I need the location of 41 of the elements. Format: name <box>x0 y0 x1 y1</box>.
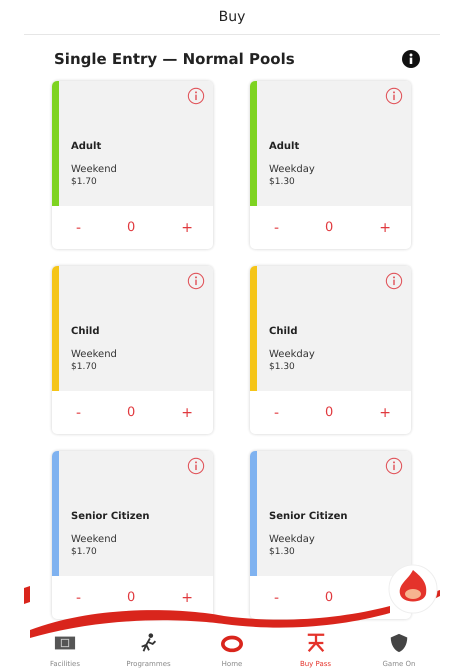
ticket-day: Weekday <box>269 534 348 545</box>
ticket-price: $1.30 <box>269 547 296 557</box>
shield-icon <box>388 632 410 654</box>
mascot-icon[interactable] <box>388 564 438 614</box>
ticket-day: Weekday <box>269 349 315 360</box>
minus-button[interactable]: - <box>268 220 286 236</box>
minus-button[interactable]: - <box>70 404 88 420</box>
ticket-type: Adult <box>71 141 102 152</box>
ticket-type: Senior Citizen <box>269 511 348 522</box>
plus-button[interactable]: + <box>175 220 199 236</box>
header-title: Buy <box>218 9 246 25</box>
section-title: Single Entry — Normal Pools <box>54 50 295 68</box>
quantity-value: 0 <box>127 405 136 420</box>
plus-button[interactable]: + <box>175 404 199 420</box>
minus-button[interactable]: - <box>268 590 286 606</box>
ticket-type: Adult <box>269 141 300 152</box>
ticket-price: $1.70 <box>71 547 98 557</box>
plus-button[interactable]: + <box>373 220 397 236</box>
minus-button[interactable]: - <box>268 404 286 420</box>
ticket-day: Weekend <box>71 534 150 545</box>
info-icon[interactable] <box>402 50 420 68</box>
minus-button[interactable]: - <box>70 220 88 236</box>
ribbon-end <box>24 586 30 604</box>
ticket-price: $1.70 <box>71 362 98 372</box>
plus-button[interactable]: + <box>175 590 199 606</box>
ticket-day: Weekend <box>71 349 117 360</box>
quantity-value: 0 <box>325 220 334 235</box>
ticket-price: $1.70 <box>71 177 98 187</box>
ticket-price: $1.30 <box>269 362 296 372</box>
quantity-value: 0 <box>325 405 334 420</box>
ticket-day: Weekday <box>269 164 315 175</box>
quantity-value: 0 <box>324 590 334 605</box>
quantity-value: 0 <box>127 220 136 235</box>
ticket-price: $1.30 <box>269 177 296 187</box>
ticket-type: Child <box>269 326 298 337</box>
plus-button[interactable]: + <box>373 404 397 420</box>
quantity-value: 0 <box>127 590 136 605</box>
minus-button[interactable]: - <box>70 590 88 606</box>
ticket-day: Weekend <box>71 164 117 175</box>
ticket-type: Senior Citizen <box>71 511 150 522</box>
ticket-type: Child <box>71 326 100 337</box>
